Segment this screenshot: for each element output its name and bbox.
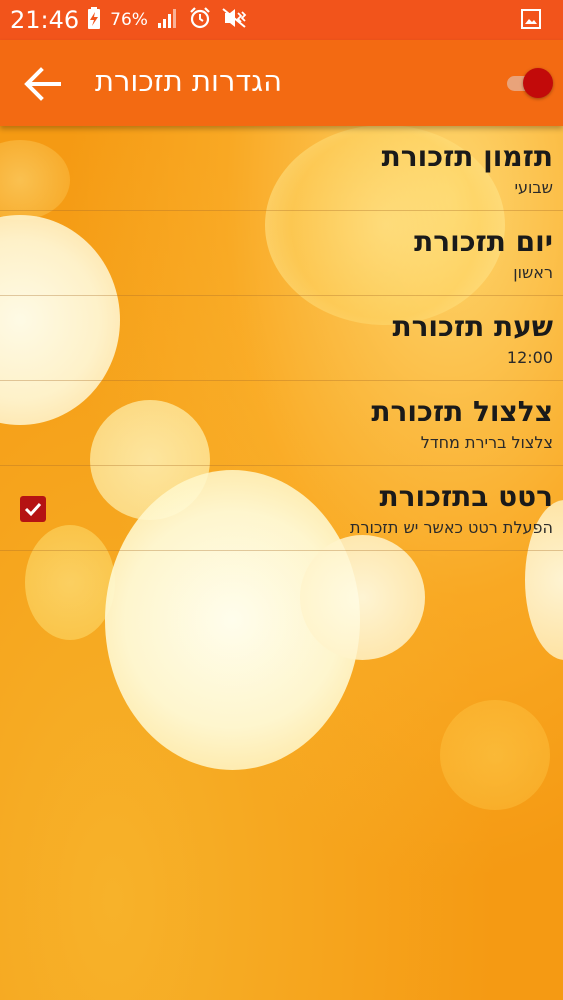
page-title: הגדרות תזכורת [95,64,283,98]
vibrate-mute-icon [221,7,247,33]
setting-reminder-vibrate[interactable]: רטט בתזכורת הפעלת רטט כאשר יש תזכורת [0,466,563,551]
status-icons: 76% [87,6,247,34]
master-toggle-switch[interactable] [505,68,557,98]
setting-summary: צלצול ברירת מחדל [420,433,553,452]
setting-title: צלצול תזכורת [371,395,553,428]
checkmark-icon [24,502,42,517]
charging-battery-icon [87,7,101,33]
setting-summary: 12:00 [506,348,553,367]
setting-title: שעת תזכורת [392,310,553,343]
setting-title: תזמון תזכורת [381,140,553,173]
setting-reminder-day[interactable]: יום תזכורת ראשון [0,211,563,296]
setting-summary: הפעלת רטט כאשר יש תזכורת [349,518,553,537]
bokeh-light [440,700,550,810]
status-time: 21:46 [10,6,80,34]
screenshot-icon [521,9,541,29]
back-button[interactable] [20,62,64,106]
settings-list: תזמון תזכורת שבועי יום תזכורת ראשון שעת … [0,126,563,551]
setting-summary: ראשון [513,263,553,282]
setting-title: יום תזכורת [414,225,553,258]
setting-summary: שבועי [514,178,553,197]
vibrate-checkbox[interactable] [20,496,46,522]
setting-reminder-ringtone[interactable]: צלצול תזכורת צלצול ברירת מחדל [0,381,563,466]
toggle-thumb [523,68,553,98]
signal-icon [157,7,179,33]
app-bar: הגדרות תזכורת [0,40,563,126]
alarm-icon [188,6,212,34]
setting-reminder-time[interactable]: שעת תזכורת 12:00 [0,296,563,381]
setting-title: רטט בתזכורת [379,480,553,513]
bokeh-light [300,535,425,660]
status-bar: 21:46 76% [0,0,563,40]
back-arrow-icon [24,67,61,101]
setting-reminder-schedule[interactable]: תזמון תזכורת שבועי [0,126,563,211]
battery-percent: 76% [110,10,148,30]
